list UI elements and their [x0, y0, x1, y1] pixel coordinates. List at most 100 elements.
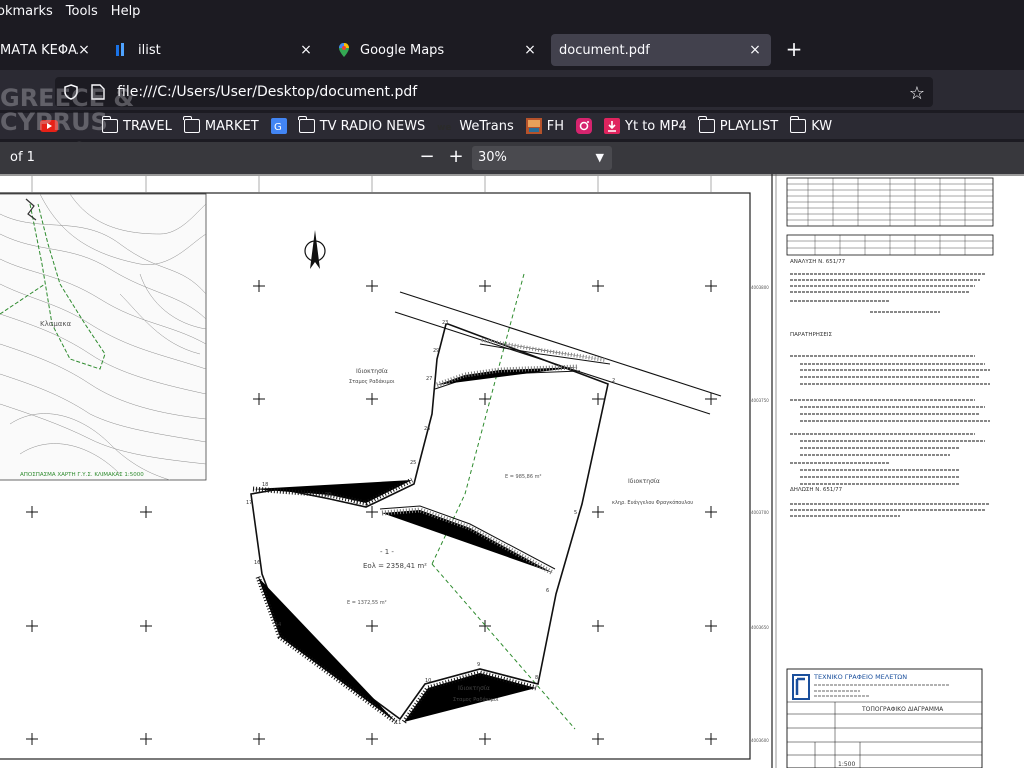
bookmark-kw[interactable]: KW — [789, 116, 833, 134]
sub-area-2: Ε = 1372,55 m² — [347, 600, 387, 606]
bookmark-label: MARKET — [204, 118, 259, 134]
ilist-favicon-icon — [114, 42, 130, 58]
svg-text:18: 18 — [262, 482, 268, 488]
close-icon[interactable]: × — [76, 42, 92, 58]
svg-text:14: 14 — [275, 622, 281, 628]
bookmark-playlist[interactable]: PLAYLIST — [698, 116, 779, 134]
drawing-title: ΤΟΠΟΓΡΑΦΙΚΟ ΔΙΑΓΡΑΜΜΑ — [861, 706, 944, 713]
close-icon[interactable]: × — [522, 42, 538, 58]
certify-heading: ΔΗΛΩΣΗ Ν. 651/77 — [790, 487, 843, 493]
road — [394, 291, 722, 415]
coordinate-ticks — [31, 176, 712, 192]
bookmark-yt-to-mp4[interactable]: Yt to MP4 — [604, 118, 687, 134]
close-icon[interactable]: × — [747, 42, 763, 58]
north-arrow-icon — [304, 230, 326, 269]
svg-text:G: G — [274, 122, 282, 133]
zoom-in-button[interactable]: + — [445, 146, 467, 168]
tab-document-pdf[interactable]: document.pdf × — [551, 34, 771, 66]
url-bar[interactable]: file:///C:/Users/User/Desktop/document.p… — [55, 77, 933, 107]
bookmark-google-translate[interactable]: G — [270, 118, 287, 134]
owner-right-name: κληρ. Ευάγγελου Φραγκόπουλου — [612, 499, 693, 506]
owner-bottom-name: Σταμος Ραδάκιμοι — [453, 696, 499, 703]
tab-title: document.pdf — [559, 42, 650, 58]
folder-icon — [298, 116, 315, 133]
page-count: of 1 — [10, 150, 35, 165]
google-translate-icon: G — [270, 118, 287, 134]
menu-help[interactable]: Help — [111, 4, 141, 19]
menu-tools[interactable]: Tools — [66, 4, 98, 19]
parcel-id: - 1 - — [380, 548, 394, 556]
inset-place-label: Κλαμακα — [40, 320, 72, 328]
svg-text:4003600: 4003600 — [751, 738, 769, 743]
bookmark-tv-radio-news[interactable]: TV RADIO NEWS — [298, 116, 426, 134]
svg-text:23: 23 — [442, 320, 448, 326]
svg-text:4003650: 4003650 — [751, 625, 769, 630]
zoom-out-button[interactable]: − — [416, 146, 438, 168]
bookmark-label: WeTrans — [459, 118, 514, 134]
zoom-select[interactable]: 30% ▼ — [472, 146, 612, 170]
tab-title: Google Maps — [360, 42, 445, 58]
svg-text:6: 6 — [546, 588, 549, 594]
svg-text:we: we — [437, 123, 451, 131]
bookmark-label: Yt to MP4 — [625, 118, 687, 134]
folder-icon — [183, 116, 200, 133]
owner-bottom-label: Ιδιοκτησία — [458, 685, 490, 692]
close-icon[interactable]: × — [298, 42, 314, 58]
tab-strip: ΜΑΤΑ ΚΕΦΑΛ × ilist × Google Maps × docum… — [0, 30, 1024, 70]
bookmark-label: TV RADIO NEWS — [319, 118, 426, 134]
menu-bar: okmarks Tools Help — [0, 0, 1024, 22]
svg-text:2: 2 — [612, 378, 615, 384]
company-name: ΤΕΧΝΙΚΟ ΓΡΑΦΕΙΟ ΜΕΛΕΤΩΝ — [813, 673, 907, 681]
url-text[interactable]: file:///C:/Users/User/Desktop/document.p… — [117, 84, 417, 100]
bookmark-label: FH — [546, 118, 565, 134]
svg-text:4003700: 4003700 — [751, 510, 769, 515]
tab-ilist[interactable]: ilist × — [106, 34, 322, 66]
youtube-icon — [40, 120, 58, 132]
svg-text:9: 9 — [477, 662, 480, 668]
new-tab-button[interactable]: + — [784, 38, 804, 62]
notes-heading: ΑΝΑΛΥΣΗ Ν. 651/77 — [790, 259, 846, 265]
shield-icon[interactable] — [63, 84, 79, 100]
menu-bookmarks[interactable]: okmarks — [0, 4, 53, 19]
remarks-heading: ΠΑΡΑΤΗΡΗΣΕΙΣ — [790, 332, 832, 338]
wetransfer-icon: we — [437, 123, 451, 131]
bookmark-market[interactable]: MARKET — [183, 116, 259, 134]
folder-icon — [101, 116, 118, 133]
notes-block: ΑΝΑΛΥΣΗ Ν. 651/77 ΠΑΡΑΤΗΡΗΣΕΙΣ ΔΗΛΩΣΗ Ν.… — [790, 259, 990, 517]
owner-top-name: Σταμος Ραδάκιμοι — [349, 378, 395, 385]
tab-title: ΜΑΤΑ ΚΕΦΑΛ — [0, 42, 78, 58]
bookmark-label: KW — [811, 118, 833, 134]
svg-text:29: 29 — [433, 348, 439, 354]
svg-text:26: 26 — [424, 426, 430, 432]
owner-top-label: Ιδιοκτησία — [356, 368, 388, 375]
download-icon — [604, 118, 621, 134]
page-icon — [91, 84, 105, 100]
google-maps-icon — [336, 42, 352, 58]
coordinates-table — [786, 177, 994, 256]
inset-map: Κλαμακα ΑΠΟΣΠΑΣΜΑ ΧΑΡΤΗ Γ.Υ.Σ. ΚΛΙΜΑΚΑΣ … — [0, 193, 207, 481]
svg-text:4003750: 4003750 — [751, 398, 769, 403]
folder-icon — [698, 116, 715, 133]
bookmark-fh[interactable]: FH — [525, 118, 565, 134]
inset-map-caption: ΑΠΟΣΠΑΣΜΑ ΧΑΡΤΗ Γ.Υ.Σ. ΚΛΙΜΑΚΑΣ 1:5000 — [20, 472, 144, 478]
svg-text:21: 21 — [352, 500, 358, 506]
bookmark-star-icon[interactable]: ☆ — [909, 83, 925, 104]
pdf-toolbar: of 1 − + 30% ▼ — [0, 142, 1024, 174]
bookmark-instagram[interactable] — [576, 118, 593, 134]
tab-google-maps[interactable]: Google Maps × — [328, 34, 546, 66]
sub-area-1: Ε = 985,86 m² — [505, 474, 542, 480]
bookmark-wetransfer[interactable]: we WeTrans — [437, 119, 513, 134]
bookmark-travel[interactable]: TRAVEL — [101, 116, 172, 134]
drawing-scale: 1:500 — [838, 761, 855, 768]
owner-right-label: Ιδιοκτησία — [628, 478, 660, 485]
bookmark-label: PLAYLIST — [719, 118, 779, 134]
pdf-viewport[interactable]: Κλαμακα ΑΠΟΣΠΑΣΜΑ ΧΑΡΤΗ Γ.Υ.Σ. ΚΛΙΜΑΚΑΣ … — [0, 174, 1024, 768]
navigation-bar: file:///C:/Users/User/Desktop/document.p… — [0, 70, 1024, 110]
svg-text:25: 25 — [410, 460, 416, 466]
svg-text:5: 5 — [574, 510, 577, 516]
folder-icon — [789, 116, 807, 133]
topographic-drawing: Κλαμακα ΑΠΟΣΠΑΣΜΑ ΧΑΡΤΗ Γ.Υ.Σ. ΚΛΙΜΑΚΑΣ … — [0, 174, 1024, 768]
bookmark-hidden-1[interactable] — [40, 120, 58, 132]
tab-news[interactable]: ΜΑΤΑ ΚΕΦΑΛ × — [0, 34, 100, 66]
bookmark-label: TRAVEL — [123, 118, 172, 134]
